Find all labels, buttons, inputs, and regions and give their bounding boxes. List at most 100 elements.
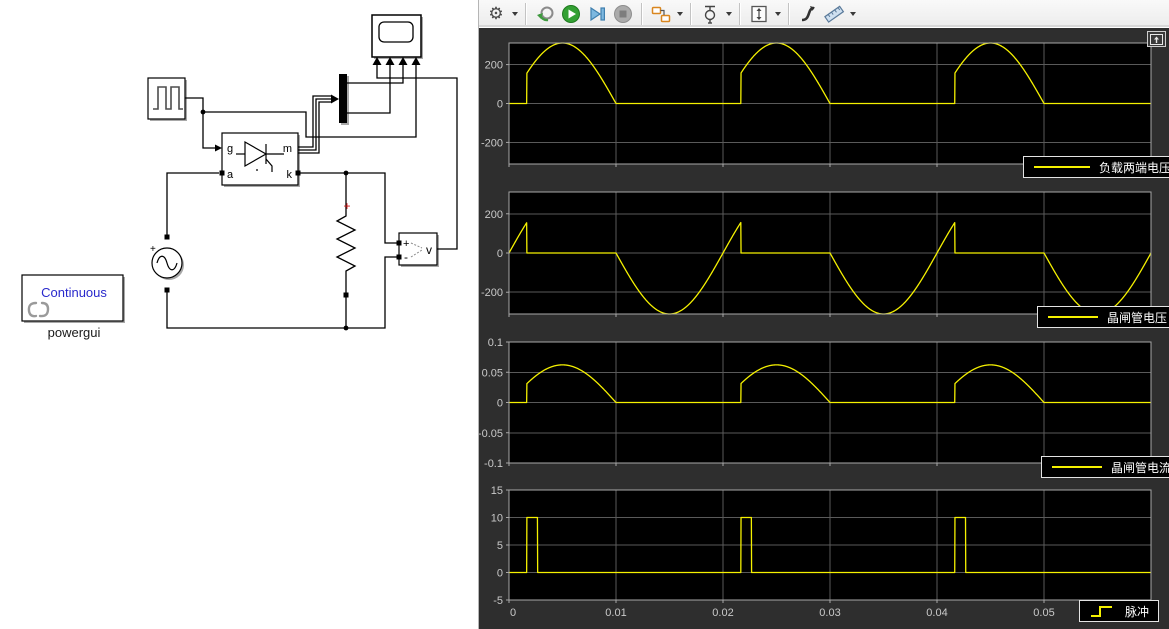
scope-window: ⚙ (478, 0, 1169, 629)
voltmeter-minus-label: - (404, 250, 408, 264)
chevron-down-icon (775, 12, 781, 16)
toolbar-separator (690, 3, 692, 25)
toolbar-separator (525, 3, 527, 25)
legend-pulse: 脉冲 (1079, 600, 1159, 622)
y-tick-label: 0 (497, 248, 503, 260)
simulink-model-canvas[interactable]: g m a k + (0, 0, 478, 629)
peak-finder-icon (798, 4, 818, 24)
legend-line-sample (1052, 466, 1102, 468)
gate-input-arrow (215, 145, 222, 152)
y-tick-label: 0 (497, 398, 503, 410)
y-tick-label: 0.05 (482, 367, 503, 379)
wire-m-bundle-2 (298, 99, 331, 150)
trigger-dropdown[interactable] (723, 2, 734, 26)
peak-finder-button[interactable] (795, 1, 821, 27)
voltmeter-output-label: v (426, 243, 432, 257)
legend-line-sample (1034, 166, 1090, 168)
measurements-button[interactable] (821, 1, 847, 27)
wire-m-bundle-3 (298, 102, 331, 153)
scope-block[interactable] (372, 15, 421, 65)
powergui-block[interactable]: Continuous powergui (22, 275, 123, 340)
measurements-dropdown[interactable] (847, 2, 858, 26)
port-square-k (296, 171, 301, 176)
y-tick-label: 200 (485, 60, 503, 72)
y-tick-label: -0.1 (484, 458, 503, 470)
configuration-dropdown[interactable] (509, 2, 520, 26)
legend-label: 脉冲 (1125, 603, 1149, 620)
ac-voltage-source-block[interactable]: + (150, 235, 182, 293)
port-label-a: a (227, 169, 234, 181)
wire-demux1-to-scope3 (347, 64, 403, 83)
ac-bottom-port (165, 288, 170, 293)
legend-load-voltage: 负载两端电压 (1023, 156, 1169, 178)
step-back-button[interactable] (532, 1, 558, 27)
highlight-dropdown[interactable] (674, 2, 685, 26)
thyristor-block[interactable]: g m a k (220, 133, 301, 185)
scope-screen-icon (379, 22, 413, 42)
port-square-a (220, 171, 225, 176)
toolbar-separator (641, 3, 643, 25)
y-tick-label: 15 (491, 485, 503, 497)
y-tick-label: -5 (493, 595, 503, 607)
ac-source-plus-label: + (150, 244, 156, 255)
scope-toolbar: ⚙ (479, 0, 1169, 28)
signal-wires (167, 64, 457, 328)
stop-icon (613, 4, 633, 24)
voltmeter-minus-port (397, 255, 402, 260)
y-tick-label: 5 (497, 540, 503, 552)
x-tick-label: 0.01 (605, 607, 626, 619)
x-tick-label: 0.02 (712, 607, 733, 619)
x-tick-label: 0.05 (1033, 607, 1054, 619)
y-tick-label: 200 (485, 209, 503, 221)
highlight-simulink-block-button[interactable] (648, 1, 674, 27)
powergui-mode-text: Continuous (41, 285, 107, 300)
port-label-g: g (227, 143, 233, 155)
subplot-2[interactable]: 200 0 -200 (481, 192, 1151, 317)
configuration-button[interactable]: ⚙ (483, 1, 509, 27)
demux-block[interactable] (339, 74, 347, 123)
legend-label: 晶闸管电压 (1107, 309, 1167, 326)
wire-pulse-to-gate (185, 98, 215, 148)
subplot-3[interactable]: 0.10.050-0.05-0.1 (479, 337, 1151, 470)
model-diagram: g m a k + (0, 0, 478, 629)
y-tick-label: 0.1 (488, 337, 503, 349)
stop-button[interactable] (610, 1, 636, 27)
axes-scaling-button[interactable] (746, 1, 772, 27)
y-tick-label: 0 (497, 99, 503, 111)
toolbar-separator (788, 3, 790, 25)
chevron-down-icon (512, 12, 518, 16)
wire-bottom-rail (167, 257, 397, 328)
legend-line-sample (1048, 316, 1098, 318)
ac-top-port (165, 235, 170, 240)
axes-scaling-dropdown[interactable] (772, 2, 783, 26)
legend-label: 负载两端电压 (1099, 159, 1169, 176)
subplot-1[interactable]: 200 0 -200 (481, 43, 1151, 167)
wire-anode-to-source (167, 173, 219, 236)
trigger-button[interactable] (697, 1, 723, 27)
resistor-zigzag-icon (337, 213, 355, 293)
maximize-axes-button[interactable] (1147, 31, 1166, 47)
run-button[interactable] (558, 1, 584, 27)
x-tick-label: 0 (510, 607, 516, 619)
wire-m-bundle-1 (298, 96, 331, 147)
subplot-4[interactable]: 151050-500.010.020.030.040.05 (491, 485, 1151, 619)
ruler-icon (823, 4, 845, 24)
pulse-generator-block[interactable] (148, 78, 185, 119)
chevron-down-icon (677, 12, 683, 16)
app: g m a k + (0, 0, 1169, 629)
legend-stair-sample (1090, 604, 1116, 618)
powergui-name-label: powergui (48, 325, 101, 340)
resistor-bottom-port (344, 293, 349, 298)
step-forward-button[interactable] (584, 1, 610, 27)
chevron-down-icon (726, 12, 732, 16)
voltage-measurement-block[interactable]: + - v (397, 233, 438, 265)
y-tick-label: -200 (481, 137, 503, 149)
y-tick-label: -200 (481, 287, 503, 299)
legend-thyristor-voltage: 晶闸管电压 (1037, 306, 1169, 328)
port-label-k: k (287, 169, 293, 181)
wire-demux2-to-scope2 (347, 64, 390, 113)
y-tick-label: 10 (491, 513, 503, 525)
legend-label: 晶闸管电流 (1111, 459, 1169, 476)
step-back-icon (535, 4, 555, 24)
resistor-block[interactable]: + (337, 199, 355, 298)
